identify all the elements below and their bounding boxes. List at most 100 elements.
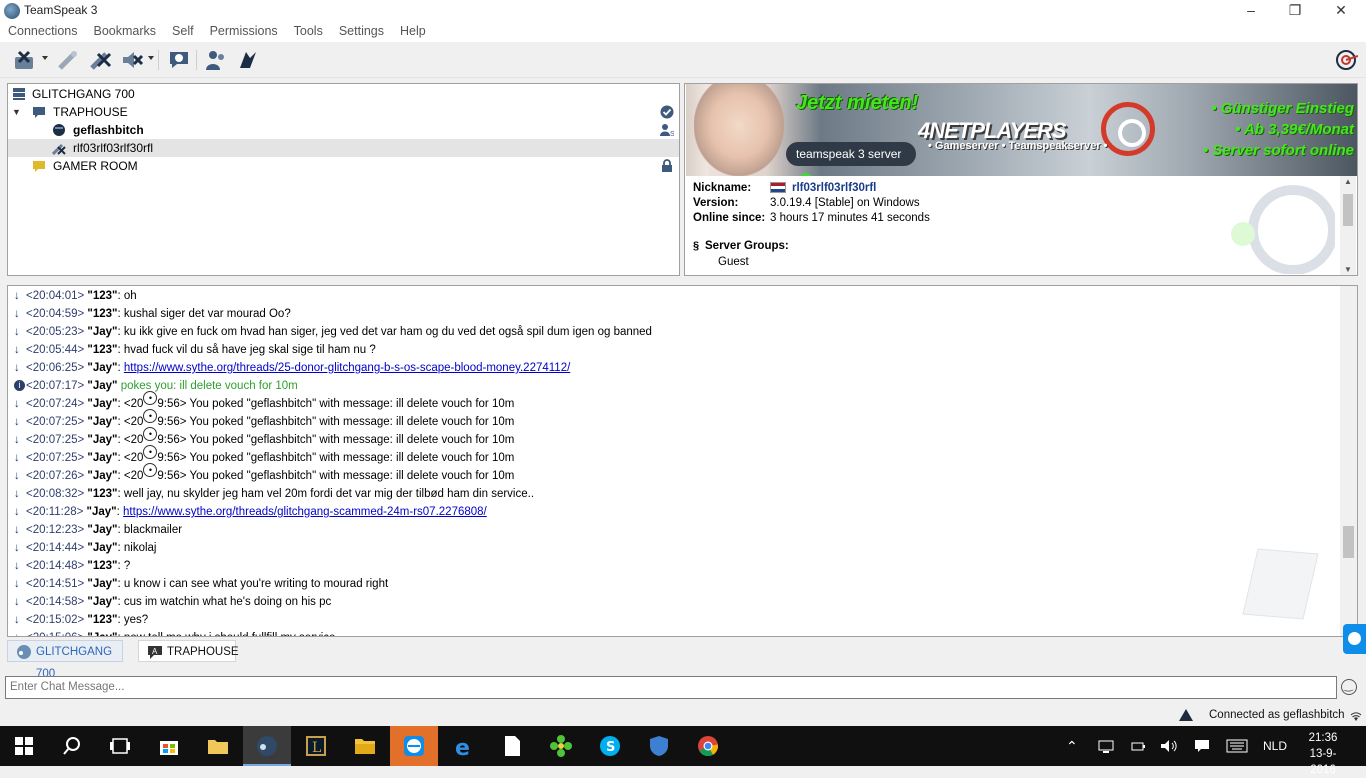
volume-icon[interactable]: [1160, 738, 1178, 754]
mute-microphone-icon[interactable]: [88, 48, 112, 72]
menu-bookmarks[interactable]: Bookmarks: [86, 22, 165, 38]
menu-settings[interactable]: Settings: [331, 22, 392, 38]
file-explorer-button[interactable]: [194, 726, 242, 766]
chat-sender[interactable]: "123": [87, 488, 117, 500]
emoticon-icon[interactable]: [1341, 679, 1357, 695]
chat-sender[interactable]: "Jay": [87, 416, 117, 428]
network-tray-icon[interactable]: [1098, 738, 1114, 754]
menu-help[interactable]: Help: [392, 22, 434, 38]
task-view-button[interactable]: [96, 726, 144, 766]
chat-message: i <20:07:17> "Jay" pokes you: ill delete …: [14, 377, 298, 395]
client-name: rlf03rlf03rlf30rfl: [73, 141, 154, 155]
server-row[interactable]: GLITCHGANG 700: [8, 85, 679, 103]
menu-self[interactable]: Self: [164, 22, 202, 38]
chat-link[interactable]: https://www.sythe.org/threads/glitchgang…: [123, 506, 487, 518]
chat-sender[interactable]: "Jay": [87, 506, 117, 518]
scroll-down-icon[interactable]: ▼: [1344, 265, 1352, 274]
minimize-button[interactable]: –: [1228, 0, 1274, 22]
incoming-arrow-icon: ↓: [14, 470, 20, 482]
chat-text: : kushal siger det var mourad Oo?: [117, 308, 291, 320]
chat-sender[interactable]: "Jay": [87, 632, 117, 636]
store-button[interactable]: [145, 726, 193, 766]
teamviewer-panel-icon[interactable]: [1343, 624, 1366, 654]
chat-message: ↓ <20:07:26> "Jay": <20 • 9:56> You poked "…: [14, 463, 514, 485]
chat-sender[interactable]: "Jay": [87, 380, 117, 392]
chat-timestamp: <20:07:25>: [26, 434, 85, 446]
explorer-button[interactable]: [341, 726, 389, 766]
show-hidden-icons-icon[interactable]: ⌃: [1066, 726, 1078, 766]
chat-sender[interactable]: "Jay": [87, 452, 117, 464]
away-icon[interactable]: [56, 48, 80, 72]
chat-sender[interactable]: "Jay": [87, 470, 117, 482]
network-icon: [1350, 712, 1362, 721]
action-center-icon[interactable]: [1194, 738, 1210, 754]
icq-button[interactable]: [537, 726, 585, 766]
document-button[interactable]: [488, 726, 536, 766]
chat-sender[interactable]: "Jay": [87, 524, 117, 536]
chat-scrollbar[interactable]: [1340, 286, 1357, 636]
contacts-icon[interactable]: [204, 48, 228, 72]
avatar-toggle-icon[interactable]: [236, 48, 260, 72]
menu-permissions[interactable]: Permissions: [202, 22, 286, 38]
chat-sender[interactable]: "123": [87, 308, 117, 320]
skype-button[interactable]: S: [586, 726, 634, 766]
power-tray-icon[interactable]: [1130, 738, 1146, 754]
chat-text: 9:56> You poked "geflashbitch" with mess…: [157, 416, 515, 428]
maximize-button[interactable]: ❐: [1272, 0, 1318, 22]
teamspeak-taskbar-button[interactable]: [243, 726, 291, 766]
league-button[interactable]: L: [292, 726, 340, 766]
info-scrollbar[interactable]: ▲ ▼: [1340, 176, 1356, 275]
disconnect-icon[interactable]: [12, 48, 36, 72]
chat-text: : <20: [117, 416, 144, 428]
chat-link[interactable]: https://www.sythe.org/threads/25-donor-g…: [124, 362, 570, 374]
teamviewer-button[interactable]: [390, 726, 438, 766]
search-button[interactable]: [48, 726, 96, 766]
chat-input[interactable]: Enter Chat Message...: [5, 676, 1337, 699]
chat-sender[interactable]: "Jay": [87, 398, 117, 410]
server-logo-icon[interactable]: [1334, 48, 1360, 72]
clock[interactable]: 21:36 13-9-2016: [1300, 730, 1346, 778]
scroll-thumb[interactable]: [1343, 194, 1353, 226]
channel-name: TRAPHOUSE: [53, 105, 128, 119]
chat-sender[interactable]: "123": [87, 614, 117, 626]
scroll-thumb[interactable]: [1343, 526, 1354, 558]
channel-gamer-room[interactable]: GAMER ROOM: [8, 157, 679, 175]
menu-connections[interactable]: Connections: [0, 22, 86, 38]
speakers-dropdown-icon[interactable]: [148, 56, 154, 60]
chat-sender[interactable]: "Jay": [87, 596, 117, 608]
client-geflashbitch[interactable]: geflashbitch S: [8, 121, 679, 139]
input-language[interactable]: NLD: [1263, 726, 1287, 766]
chat-sender[interactable]: "123": [87, 290, 117, 302]
channel-traphouse[interactable]: ▼ TRAPHOUSE: [8, 103, 679, 121]
chat-text: : yes?: [117, 614, 149, 626]
menu-tools[interactable]: Tools: [286, 22, 331, 38]
chat-sender[interactable]: "Jay": [87, 434, 117, 446]
clock-time: 21:36: [1308, 732, 1338, 744]
chevron-down-icon[interactable]: ▼: [12, 103, 21, 121]
incoming-arrow-icon: ↓: [14, 542, 20, 554]
chrome-button[interactable]: [684, 726, 732, 766]
chat-sender[interactable]: "123": [87, 560, 117, 572]
chat-bubble-icon[interactable]: [167, 48, 191, 72]
chat-message: ↓ <20:07:25> "Jay": <20 • 9:56> You poked "…: [14, 427, 514, 449]
disconnect-dropdown-icon[interactable]: [42, 56, 48, 60]
chat-text: : now tell me why i should fullfill my s…: [118, 632, 336, 636]
tab-server[interactable]: GLITCHGANG 700: [7, 640, 123, 680]
advertisement-banner[interactable]: Jetzt mieten! 4NETPLAYERS teamspeak 3 se…: [686, 84, 1357, 176]
chat-sender[interactable]: "Jay": [87, 362, 117, 374]
scroll-up-icon[interactable]: ▲: [1344, 177, 1352, 186]
security-button[interactable]: [635, 726, 683, 766]
tab-channel[interactable]: A TRAPHOUSE: [138, 640, 239, 662]
incoming-arrow-icon: ↓: [14, 290, 20, 302]
start-button[interactable]: [0, 726, 48, 766]
client-rlf03[interactable]: rlf03rlf03rlf30rfl: [8, 139, 679, 157]
edge-button[interactable]: e: [440, 726, 488, 766]
chat-sender[interactable]: "Jay": [87, 542, 117, 554]
chat-sender[interactable]: "Jay": [87, 326, 117, 338]
chat-sender[interactable]: "123": [87, 344, 117, 356]
warning-icon[interactable]: [1179, 709, 1193, 721]
close-button[interactable]: ✕: [1318, 0, 1364, 22]
chat-sender[interactable]: "Jay": [87, 578, 117, 590]
keyboard-icon[interactable]: [1226, 739, 1248, 753]
mute-speakers-icon[interactable]: [120, 48, 144, 72]
